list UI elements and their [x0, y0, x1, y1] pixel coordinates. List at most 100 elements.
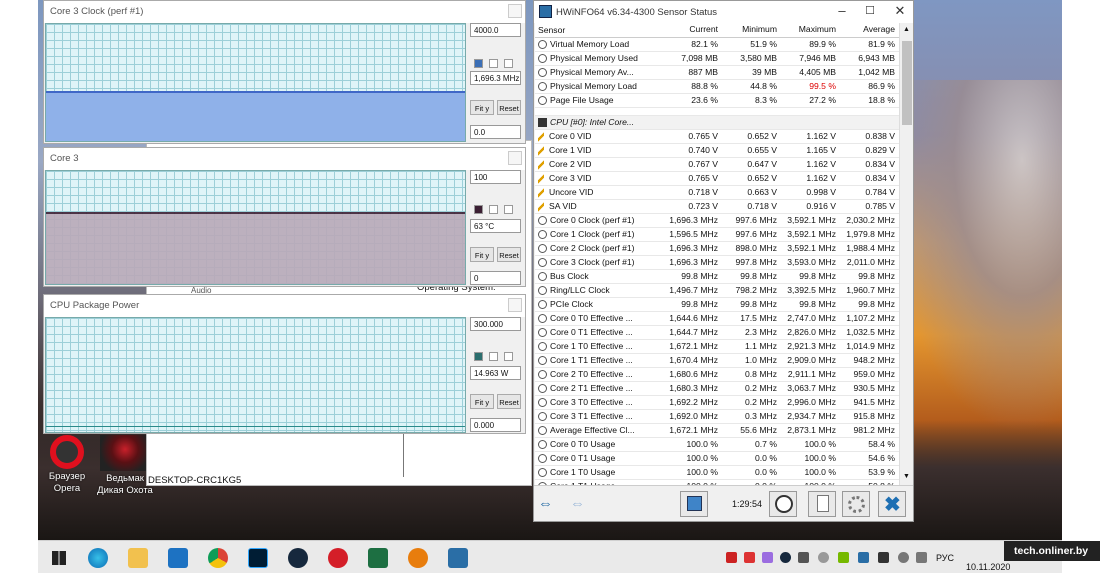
table-row[interactable]: Core 2 Clock (perf #1) 1,696.3 MHz 898.0 M… — [535, 242, 899, 256]
reset-button[interactable]: Reset — [497, 394, 521, 409]
edge-icon[interactable] — [88, 548, 108, 568]
chrome-icon[interactable] — [208, 548, 228, 568]
graph-max-field[interactable]: 100 — [470, 170, 521, 184]
close-button[interactable] — [508, 4, 522, 18]
color-swatch[interactable] — [504, 352, 513, 361]
color-swatch[interactable] — [504, 59, 513, 68]
table-row[interactable]: Core 1 VID 0.740 V 0.655 V 1.165 V 0.829 V — [535, 144, 899, 158]
tray-app-icon[interactable] — [726, 552, 737, 563]
tray-hwinfo-icon[interactable] — [858, 552, 869, 563]
table-row[interactable]: Virtual Memory Load 82.1 % 51.9 % 89.9 % 81.… — [535, 38, 899, 52]
file-explorer-icon[interactable] — [128, 548, 148, 568]
table-row[interactable]: Core 0 T0 Effective ... 1,644.6 MHz 17.5 M… — [535, 312, 899, 326]
table-row[interactable]: Core 3 VID 0.765 V 0.652 V 1.162 V 0.834 V — [535, 172, 899, 186]
excel-icon[interactable] — [368, 548, 388, 568]
table-row[interactable]: Core 3 Clock (perf #1) 1,696.3 MHz 997.8 M… — [535, 256, 899, 270]
table-row[interactable]: Core 1 T0 Usage 100.0 % 0.0 % 100.0 % 53.9 % — [535, 466, 899, 480]
table-row[interactable]: SA VID 0.723 V 0.718 V 0.916 V 0.785 V — [535, 200, 899, 214]
vertical-scrollbar[interactable]: ▲ ▼ — [899, 23, 913, 485]
table-row[interactable]: Core 2 T1 Effective ... 1,680.3 MHz 0.2 MH… — [535, 382, 899, 396]
graph-window-core3-clock[interactable]: Core 3 Clock (perf #1) 4000.0 1,696.3 MH… — [43, 0, 526, 144]
color-swatch[interactable] — [489, 205, 498, 214]
table-row[interactable]: Physical Memory Used 7,098 MB 3,580 MB 7,94… — [535, 52, 899, 66]
network-button[interactable] — [680, 491, 708, 517]
scrollbar-thumb[interactable] — [902, 41, 912, 125]
color-swatch[interactable] — [489, 59, 498, 68]
fit-y-button[interactable]: Fit y — [470, 394, 494, 409]
table-row[interactable]: Core 1 Clock (perf #1) 1,596.5 MHz 997.6 M… — [535, 228, 899, 242]
graph-min-field[interactable]: 0 — [470, 271, 521, 285]
exit-button[interactable]: ✖ — [878, 491, 906, 517]
table-row[interactable]: Core 3 T0 Effective ... 1,692.2 MHz 0.2 MH… — [535, 396, 899, 410]
table-row[interactable]: Average Effective Cl... 1,672.1 MHz 55.6 M… — [535, 424, 899, 438]
close-button[interactable] — [508, 298, 522, 312]
table-row[interactable]: Core 2 VID 0.767 V 0.647 V 1.162 V 0.834 V — [535, 158, 899, 172]
clock-button[interactable] — [769, 491, 797, 517]
table-row[interactable]: Core 0 Clock (perf #1) 1,696.3 MHz 997.6 M… — [535, 214, 899, 228]
table-row[interactable]: Ring/LLC Clock 1,496.7 MHz 798.2 MHz 3,392.… — [535, 284, 899, 298]
graph-max-field[interactable]: 300.000 — [470, 317, 521, 331]
windows-start-icon[interactable] — [52, 551, 66, 565]
tray-steam-icon[interactable] — [780, 552, 791, 563]
table-row[interactable]: Core 1 T1 Effective ... 1,670.4 MHz 1.0 MH… — [535, 354, 899, 368]
table-row[interactable]: PCIe Clock 99.8 MHz 99.8 MHz 99.8 MHz 99.8 M… — [535, 298, 899, 312]
color-swatch[interactable] — [474, 59, 483, 68]
table-row[interactable]: Core 0 T1 Usage 100.0 % 0.0 % 100.0 % 54.6 % — [535, 452, 899, 466]
table-row[interactable]: Core 0 T0 Usage 100.0 % 0.7 % 100.0 % 58.4 % — [535, 438, 899, 452]
scroll-down-icon[interactable]: ▼ — [903, 473, 910, 480]
color-swatch[interactable] — [504, 205, 513, 214]
tray-cloud-icon[interactable] — [818, 552, 829, 563]
table-row[interactable]: Uncore VID 0.718 V 0.663 V 0.998 V 0.784 V — [535, 186, 899, 200]
tray-app-icon[interactable] — [878, 552, 889, 563]
scroll-up-icon[interactable]: ▲ — [903, 26, 910, 33]
table-row[interactable]: Page File Usage 23.6 % 8.3 % 27.2 % 18.8 % — [535, 94, 899, 108]
table-row[interactable]: Physical Memory Av... 887 MB 39 MB 4,405 MB… — [535, 66, 899, 80]
taskbar-date[interactable]: 10.11.2020 — [966, 562, 1010, 572]
tray-app-icon[interactable] — [744, 552, 755, 563]
hwinfo-sensor-window[interactable]: HWiNFO64 v6.34-4300 Sensor Status – ☐ ✕ … — [533, 0, 914, 522]
color-swatch[interactable] — [489, 352, 498, 361]
desktop-icon-opera[interactable]: Браузер Opera — [38, 435, 96, 495]
reset-button[interactable]: Reset — [497, 100, 521, 115]
report-button[interactable] — [808, 491, 836, 517]
graph-min-field[interactable]: 0.0 — [470, 125, 521, 139]
tray-nvidia-icon[interactable] — [838, 552, 849, 563]
volume-icon[interactable] — [916, 552, 927, 563]
collapse-arrows-icon[interactable]: ⇔ — [570, 496, 585, 511]
column-header[interactable]: Average — [840, 23, 899, 37]
column-header[interactable]: Current — [663, 23, 722, 37]
graph-max-field[interactable]: 4000.0 — [470, 23, 521, 37]
settings-button[interactable] — [842, 491, 870, 517]
close-button[interactable] — [508, 151, 522, 165]
graph-window-core3-temp[interactable]: Core 3 100 63 °C Fit y Reset 0 — [43, 147, 526, 287]
steam-icon[interactable] — [288, 548, 308, 568]
photoshop-icon[interactable] — [248, 548, 268, 568]
table-row[interactable]: Core 1 T0 Effective ... 1,672.1 MHz 1.1 MH… — [535, 340, 899, 354]
fit-y-button[interactable]: Fit y — [470, 100, 494, 115]
hwinfo-taskbar-icon[interactable] — [448, 548, 468, 568]
column-header[interactable]: Maximum — [781, 23, 840, 37]
tray-app-icon[interactable] — [798, 552, 809, 563]
mail-icon[interactable] — [168, 548, 188, 568]
table-row[interactable]: Core 0 VID 0.765 V 0.652 V 1.162 V 0.838 V — [535, 130, 899, 144]
table-row[interactable]: Bus Clock 99.8 MHz 99.8 MHz 99.8 MHz 99.8 MH… — [535, 270, 899, 284]
blender-icon[interactable] — [408, 548, 428, 568]
close-button[interactable]: ✕ — [886, 1, 914, 21]
table-row[interactable]: Core 0 T1 Effective ... 1,644.7 MHz 2.3 MH… — [535, 326, 899, 340]
color-swatch[interactable] — [474, 205, 483, 214]
graph-window-cpu-package-power[interactable]: CPU Package Power 300.000 14.963 W Fit y… — [43, 294, 526, 434]
reset-button[interactable]: Reset — [497, 247, 521, 262]
sensor-group-row[interactable]: CPU [#0]: Intel Core... — [535, 116, 899, 130]
wifi-icon[interactable] — [898, 552, 909, 563]
column-header[interactable]: Sensor — [535, 23, 663, 37]
fit-y-button[interactable]: Fit y — [470, 247, 494, 262]
expand-arrows-icon[interactable]: ⇔ — [538, 496, 553, 511]
maximize-button[interactable]: ☐ — [856, 1, 884, 21]
table-row[interactable]: Physical Memory Load 88.8 % 44.8 % 99.5 % 86… — [535, 80, 899, 94]
graph-min-field[interactable]: 0.000 — [470, 418, 521, 432]
color-swatch[interactable] — [474, 352, 483, 361]
column-header[interactable]: Minimum — [722, 23, 781, 37]
tray-app-icon[interactable] — [762, 552, 773, 563]
sensor-table[interactable]: Sensor Current Minimum Maximum Average V… — [535, 23, 899, 485]
language-indicator[interactable]: РУС — [936, 553, 954, 563]
